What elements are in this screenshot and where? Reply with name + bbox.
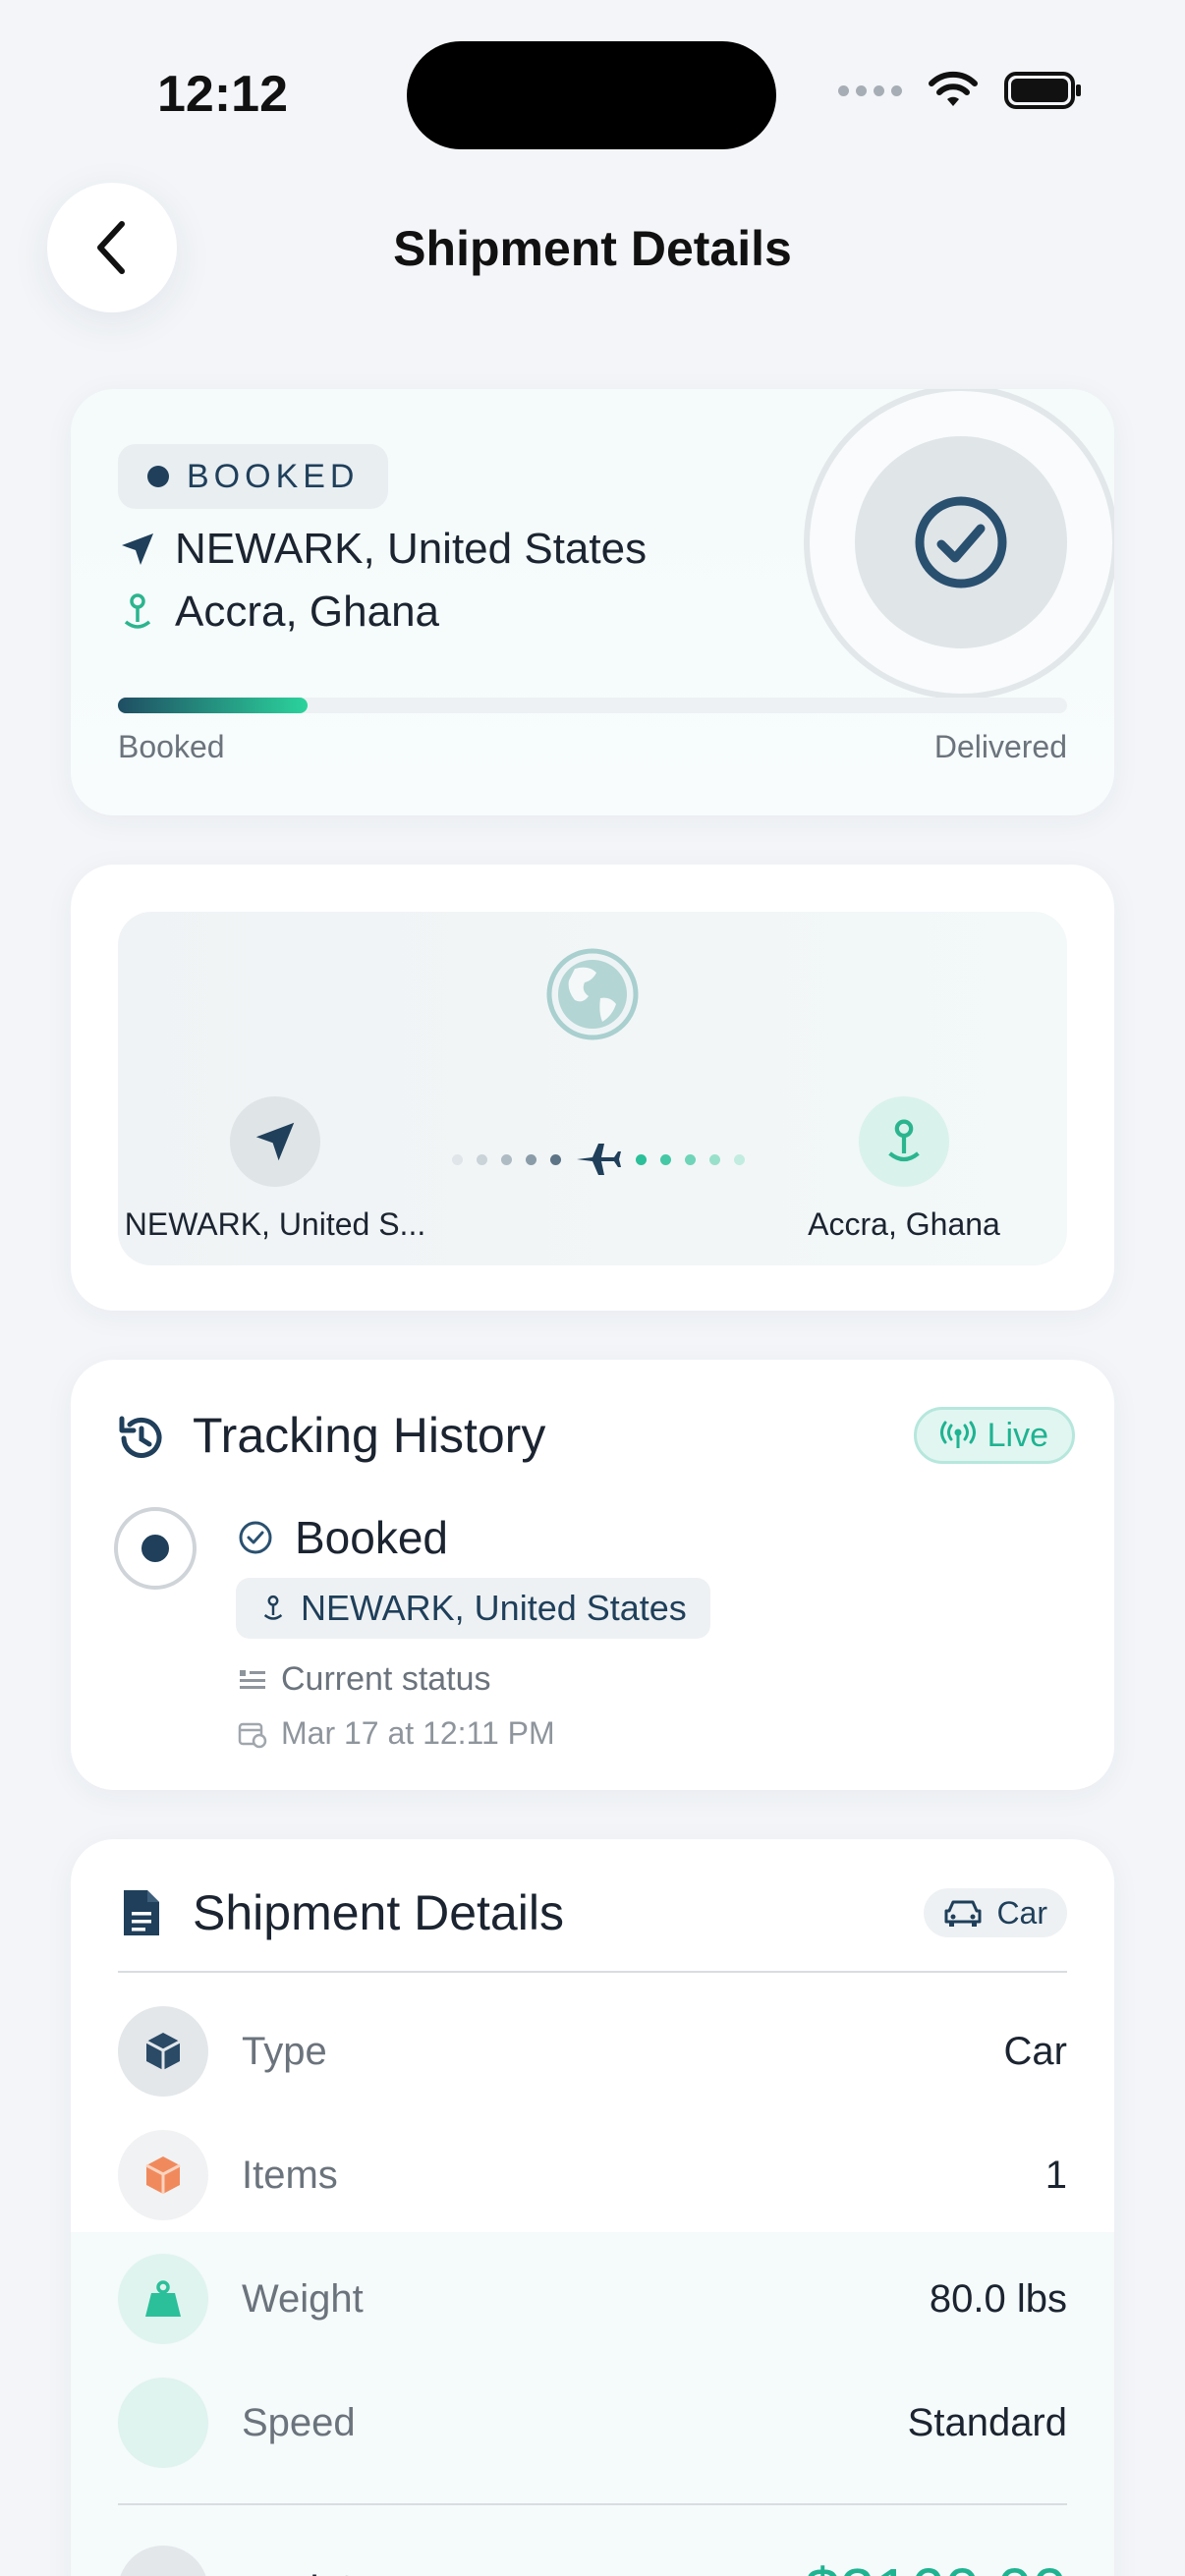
timeline-note: Current status — [281, 1660, 491, 1698]
map-pin-icon — [124, 593, 151, 629]
box-icon — [118, 2006, 208, 2097]
vehicle-type-chip: Car — [924, 1888, 1067, 1937]
speed-icon — [118, 2378, 208, 2468]
progress-fill — [118, 698, 309, 713]
timeline-event-title: Booked — [295, 1512, 449, 1563]
check-circle-icon — [239, 1521, 272, 1554]
detail-value: Standard — [907, 2400, 1067, 2444]
tracking-history-card: Tracking History Live Booked NEWARK, Uni… — [71, 1360, 1114, 1790]
quote-text-icon — [240, 1669, 265, 1689]
divider — [118, 1971, 1067, 1973]
origin-text: NEWARK, United States — [175, 525, 648, 573]
battery-icon — [1004, 72, 1081, 109]
destination-row: Accra, Ghana — [118, 588, 439, 637]
status-time: 12:12 — [157, 66, 288, 123]
document-icon — [124, 1890, 159, 1935]
timeline-node-current — [114, 1507, 197, 1590]
paper-plane-icon — [255, 1122, 295, 1161]
status-icons — [838, 71, 1083, 110]
origin-marker — [230, 1096, 320, 1187]
route-destination-label: Accra, Ghana — [808, 1206, 1000, 1242]
airplane-icon — [577, 1144, 621, 1175]
detail-value: 80.0 lbs — [929, 2276, 1067, 2321]
route-origin-label: NEWARK, United S... — [124, 1206, 426, 1242]
timeline-time-row: Mar 17 at 12:11 PM — [238, 1715, 555, 1752]
total-cost-value: $2160.00 — [805, 2554, 1067, 2576]
check-circle-icon — [915, 496, 1007, 588]
progress-bar — [118, 698, 1067, 713]
status-dot — [147, 466, 169, 487]
status-badge-label: BOOKED — [187, 457, 360, 495]
route-destination: Accra, Ghana — [796, 1096, 1012, 1243]
status-ring-inner — [855, 436, 1067, 648]
page-title: Shipment Details — [393, 221, 792, 276]
detail-label: Type — [242, 2029, 327, 2073]
detail-row-type: Type Car — [118, 2006, 1067, 2097]
route-map: NEWARK, United S... Accra, Ghana — [118, 912, 1067, 1265]
credit-card-icon — [118, 2546, 208, 2576]
destination-marker — [859, 1096, 949, 1187]
dynamic-island — [407, 41, 776, 149]
car-icon — [944, 1900, 982, 1927]
divider — [118, 2503, 1067, 2505]
status-badge: BOOKED — [118, 444, 389, 509]
origin-row: NEWARK, United States — [118, 525, 647, 574]
route-path — [452, 1140, 745, 1179]
globe-icon — [546, 948, 639, 1040]
cellular-signal-icon — [838, 84, 902, 96]
timeline-event[interactable]: Booked — [238, 1511, 448, 1564]
shipment-summary-card[interactable]: BOOKED NEWARK, United States Accra, Ghan… — [71, 389, 1114, 815]
detail-label: Speed — [242, 2400, 356, 2444]
map-pin-icon — [888, 1119, 920, 1162]
wifi-icon — [929, 71, 978, 106]
detail-row-items: Items 1 — [118, 2130, 1067, 2220]
tracking-history-title: Tracking History — [193, 1408, 546, 1463]
destination-text: Accra, Ghana — [175, 588, 440, 636]
broadcast-icon — [939, 1421, 976, 1448]
detail-label: Items — [242, 2153, 338, 2197]
detail-value: 1 — [1044, 2153, 1067, 2197]
total-cost-label: Total Cost — [232, 2567, 805, 2576]
timeline-note-row: Current status — [238, 1660, 491, 1699]
route-origin: NEWARK, United S... — [118, 1096, 432, 1243]
detail-value: Car — [1003, 2029, 1067, 2073]
screen: 12:12 Shipment Details BOOKED NEWARK, Un… — [0, 0, 1185, 2576]
paper-plane-icon — [122, 533, 153, 565]
package-icon — [118, 2130, 208, 2220]
weight-icon — [118, 2254, 208, 2344]
detail-row-speed: Speed Standard — [118, 2378, 1067, 2468]
history-icon — [119, 1416, 162, 1458]
live-label: Live — [987, 1416, 1048, 1454]
status-ring — [804, 389, 1114, 700]
route-map-card: NEWARK, United S... Accra, Ghana — [71, 865, 1114, 1311]
map-pin-icon — [263, 1595, 283, 1620]
calendar-clock-icon — [238, 1722, 267, 1748]
detail-label: Weight — [242, 2276, 364, 2321]
progress-start-label: Booked — [118, 729, 225, 764]
detail-row-weight: Weight 80.0 lbs — [118, 2254, 1067, 2344]
vehicle-type-label: Car — [996, 1894, 1047, 1931]
shipment-details-card: Shipment Details Car Type Car Items 1 We… — [71, 1839, 1114, 2576]
live-badge[interactable]: Live — [913, 1407, 1075, 1464]
progress-end-label: Delivered — [933, 729, 1067, 764]
timeline-time: Mar 17 at 12:11 PM — [281, 1715, 555, 1751]
shipment-details-title: Shipment Details — [193, 1885, 564, 1940]
total-cost-row: Total Cost $2160.00 — [118, 2537, 1067, 2576]
timeline-location: NEWARK, United States — [301, 1588, 687, 1628]
timeline-location-chip: NEWARK, United States — [236, 1578, 710, 1639]
